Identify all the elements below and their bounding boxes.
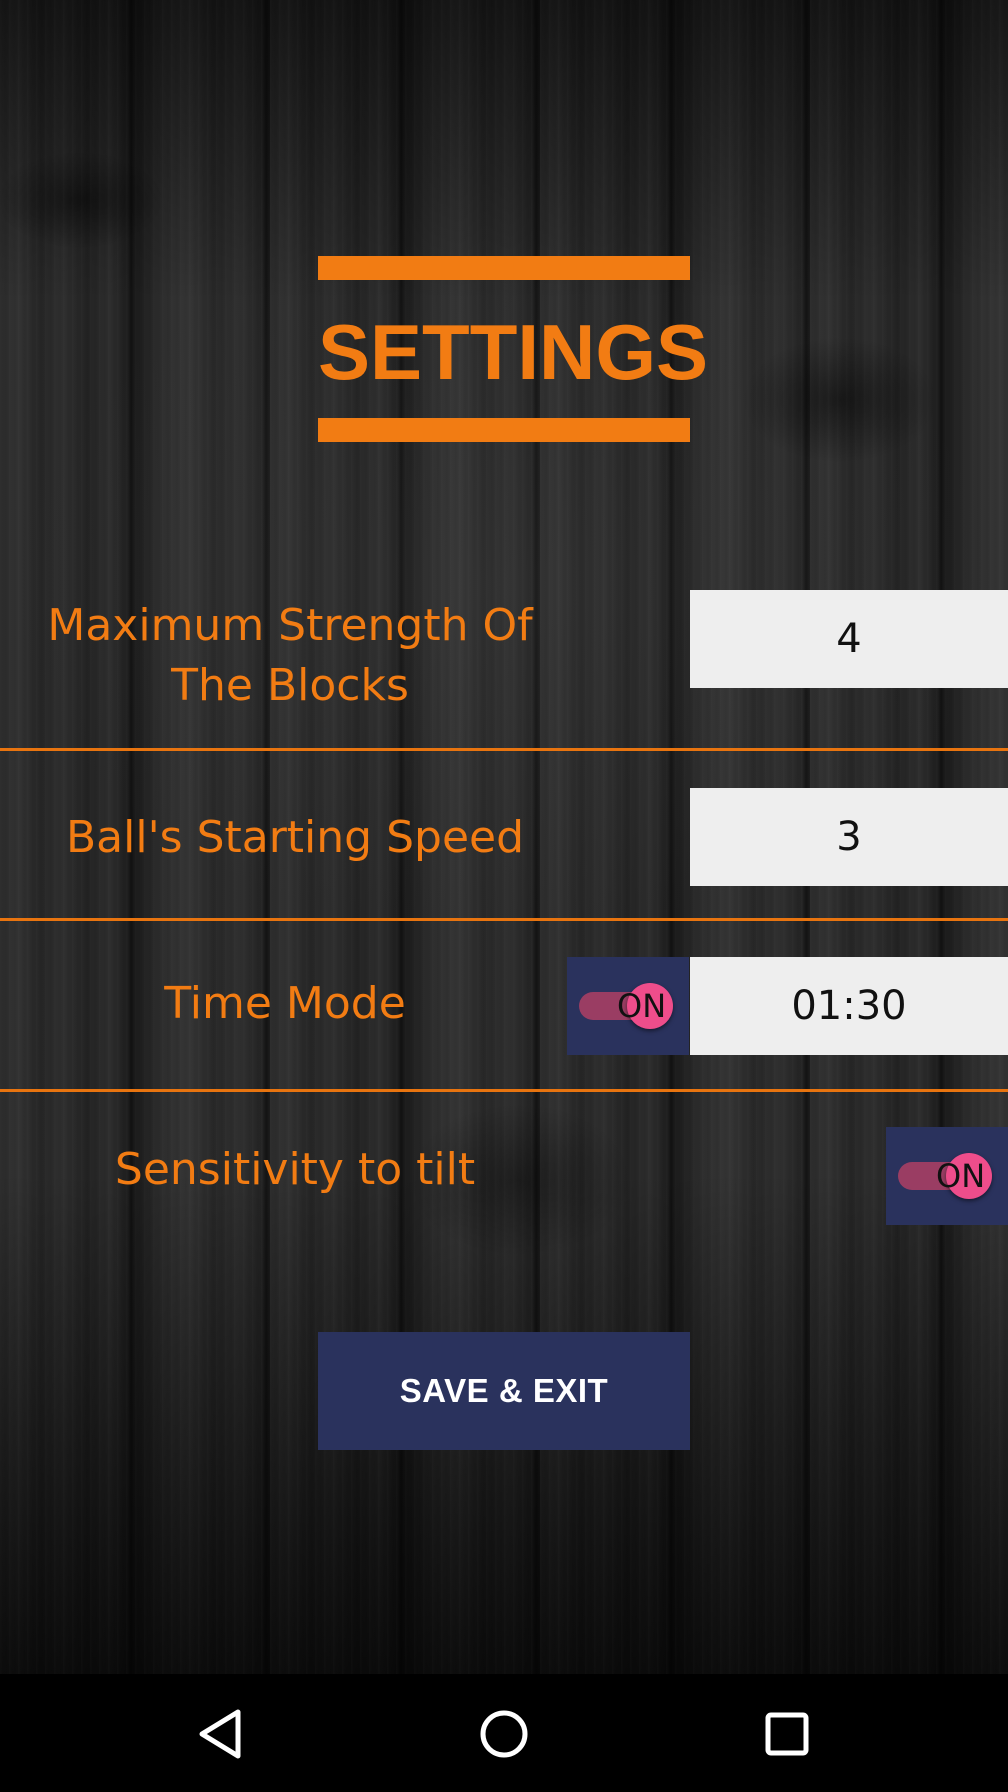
starting-speed-input[interactable]: 3 xyxy=(690,788,1008,886)
row-divider xyxy=(0,748,1008,751)
settings-screen: SETTINGS Maximum Strength Of The Blocks … xyxy=(0,0,1008,1792)
toggle-state-text: ON xyxy=(936,1157,986,1195)
title-bar-bottom xyxy=(318,418,690,442)
recents-square-icon[interactable] xyxy=(751,1698,823,1770)
title-bar-top xyxy=(318,256,690,280)
tilt-sensitivity-label: Sensitivity to tilt xyxy=(114,1144,476,1195)
toggle-state-text: ON xyxy=(617,987,667,1025)
home-circle-icon[interactable] xyxy=(468,1698,540,1770)
page-title: SETTINGS xyxy=(318,308,709,396)
time-mode-label: Time Mode xyxy=(164,978,406,1029)
max-strength-label-line2: The Blocks xyxy=(171,660,409,711)
tilt-sensitivity-toggle[interactable]: ON xyxy=(886,1127,1008,1225)
navigation-bar xyxy=(0,1674,1008,1792)
max-strength-label: Maximum Strength Of The Blocks xyxy=(20,596,560,716)
max-strength-input[interactable]: 4 xyxy=(690,590,1008,688)
starting-speed-label: Ball's Starting Speed xyxy=(65,812,525,863)
back-triangle-icon[interactable] xyxy=(186,1698,258,1770)
time-mode-input[interactable]: 01:30 xyxy=(690,957,1008,1055)
row-divider xyxy=(0,918,1008,921)
save-exit-button[interactable]: SAVE & EXIT xyxy=(318,1332,690,1450)
row-divider xyxy=(0,1089,1008,1092)
max-strength-label-line1: Maximum Strength Of xyxy=(47,600,533,651)
time-mode-toggle[interactable]: ON xyxy=(567,957,689,1055)
